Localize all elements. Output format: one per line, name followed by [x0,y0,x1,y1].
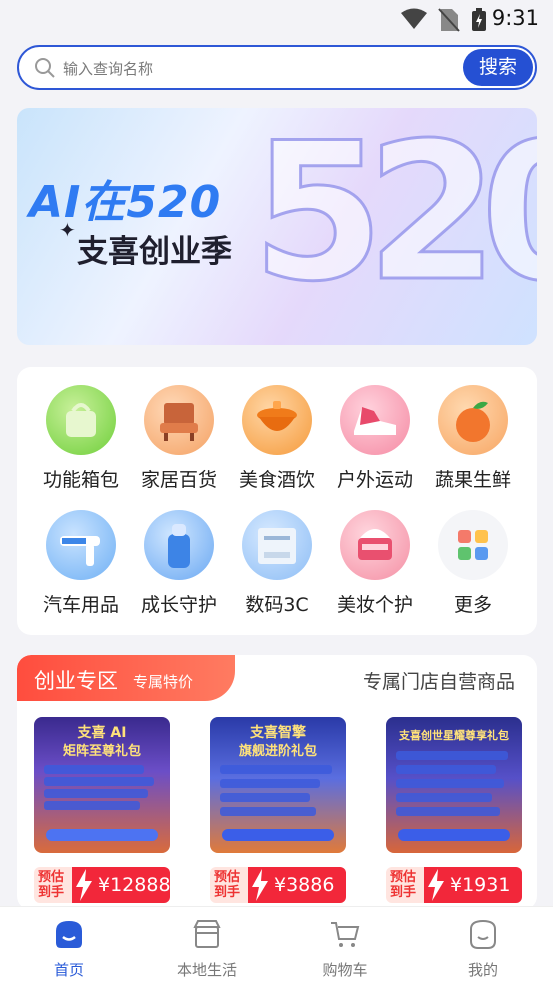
product-image: 支喜智擎 旗舰进阶礼包 [210,717,346,853]
tab-profile-label: 我的 [467,961,498,979]
category-grid: 功能箱包 家居百货 美食酒饮 户外运动 蔬果生鲜 汽车用品 成长守护 数码3C … [17,367,537,635]
category-label: 蔬果生鲜 [434,469,511,491]
price-tag: 预估 到手 ¥12888 [34,867,170,903]
startup-zone-section: 创业专区 专属特价 专属门店自营商品 支喜 AI 矩阵至尊礼包 预估 到手 ¥12… [17,655,537,910]
category-item[interactable]: 汽车用品 [32,510,130,617]
product-card[interactable]: 支喜创世星耀尊享礼包 预估 到手 ¥1931 [386,717,522,903]
category-item[interactable]: 蔬果生鲜 [424,385,522,492]
bottom-tab-bar: 首页 本地生活 购物车 我的 [0,906,553,983]
cart-icon [331,922,360,947]
bag-icon [46,385,116,455]
estimated-label: 预估 到手 [210,867,248,903]
search-button[interactable]: 搜索 [463,49,533,86]
car-brush-icon [46,510,116,580]
wifi-icon [401,8,427,29]
category-item[interactable]: 美食酒饮 [228,385,326,492]
estimated-label: 预估 到手 [34,867,72,903]
cream-jar-icon [340,510,410,580]
tab-cart[interactable]: 购物车 [290,917,400,980]
clock: 9:31 [491,6,539,30]
category-label: 美食酒饮 [238,469,315,491]
product-title: 支喜智擎 [250,725,306,741]
category-item[interactable]: 功能箱包 [32,385,130,492]
peach-icon [438,385,508,455]
category-label: 功能箱包 [42,469,119,491]
category-label: 汽车用品 [42,594,119,616]
category-item[interactable]: 美妆个护 [326,510,424,617]
battery-charging-icon [472,8,486,31]
food-bowl-icon [242,385,312,455]
tab-startup-zone-sub: 专属特价 [133,673,194,691]
product-subtitle: 矩阵至尊礼包 [62,744,141,759]
lightning-icon [428,869,444,901]
promo-banner[interactable]: 520 AI在520 ✦ 支喜创业季 [17,108,537,345]
lightning-icon [76,869,92,901]
product-title: 支喜创世星耀尊享礼包 [399,729,509,742]
sneaker-icon [340,385,410,455]
tab-startup-zone-label: 创业专区 [34,669,118,693]
category-label: 美妆个护 [336,594,413,616]
search-icon [35,58,55,78]
product-subtitle: 旗舰进阶礼包 [238,744,317,759]
tab-local-life[interactable]: 本地生活 [152,917,262,980]
banner-big-number: 520 [251,108,537,325]
product-card[interactable]: 支喜智擎 旗舰进阶礼包 预估 到手 ¥3886 [210,717,346,903]
tab-home[interactable]: 首页 [14,917,124,980]
category-item[interactable]: 数码3C [228,510,326,617]
category-item[interactable]: 户外运动 [326,385,424,492]
more-grid-icon [438,510,508,580]
category-item[interactable]: 更多 [424,510,522,617]
product-card[interactable]: 支喜 AI 矩阵至尊礼包 预估 到手 ¥12888 [34,717,170,903]
category-item[interactable]: 家居百货 [130,385,228,492]
estimated-label: 预估 到手 [386,867,424,903]
tab-profile[interactable]: 我的 [428,917,538,980]
status-bar: 9:31 [0,0,553,38]
sofa-icon [144,385,214,455]
product-title: 支喜 AI [77,725,127,741]
lightning-icon [252,869,268,901]
tab-cart-label: 购物车 [322,961,368,979]
product-image: 支喜 AI 矩阵至尊礼包 [34,717,170,853]
printer-icon [242,510,312,580]
search-bar[interactable]: 输入查询名称 搜索 [17,45,537,90]
profile-icon [470,919,496,949]
home-icon [56,921,82,948]
product-image: 支喜创世星耀尊享礼包 [386,717,522,853]
search-input[interactable]: 输入查询名称 [63,58,153,79]
sparkle-icon: ✦ [59,218,76,242]
category-label: 成长守护 [140,594,217,616]
tab-local-life-label: 本地生活 [176,961,237,979]
banner-title: AI在520 [29,177,222,228]
price-tag: 预估 到手 ¥1931 [386,867,522,903]
category-label: 家居百货 [140,469,217,491]
banner-subtitle: 支喜创业季 [77,234,232,270]
category-label: 更多 [453,594,492,616]
category-item[interactable]: 成长守护 [130,510,228,617]
tab-startup-zone[interactable]: 创业专区 专属特价 [17,655,235,701]
no-sim-icon [438,8,460,32]
baby-bottle-icon [144,510,214,580]
category-label: 户外运动 [336,469,413,491]
store-icon [193,920,221,948]
tab-store-products[interactable]: 专属门店自营商品 [363,667,515,694]
price-tag: 预估 到手 ¥3886 [210,867,346,903]
tab-home-label: 首页 [53,961,84,979]
category-label: 数码3C [245,594,309,616]
